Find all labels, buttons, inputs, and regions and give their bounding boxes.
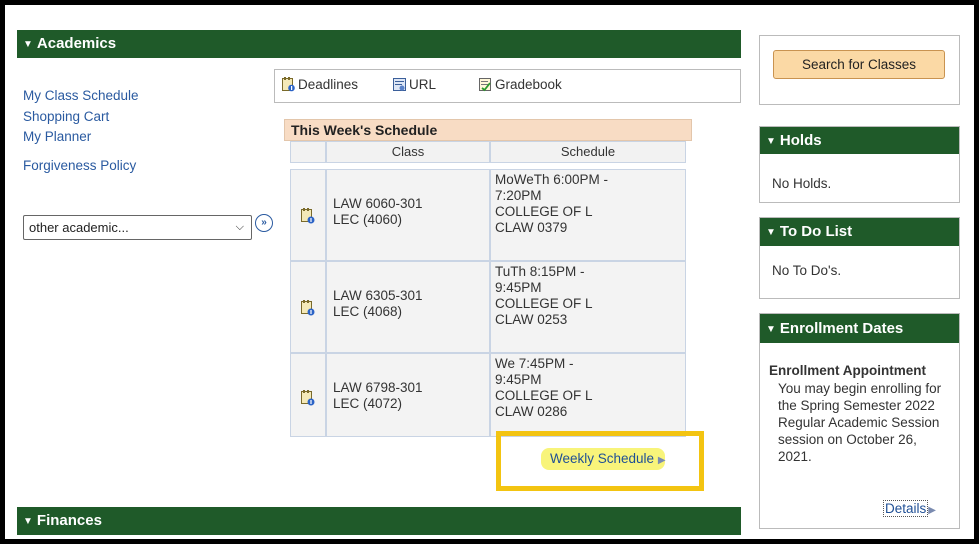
collapse-triangle-icon: ▼ — [766, 136, 776, 147]
todo-text: No To Do's. — [772, 263, 842, 278]
other-academic-select[interactable]: other academic... ⌵ — [23, 215, 252, 240]
shopping-cart-link[interactable]: Shopping Cart — [23, 109, 109, 124]
weekly-schedule-highlight-box: Weekly Schedule ▶ — [496, 431, 704, 491]
go-button[interactable]: » — [255, 214, 273, 232]
schedule-caption: This Week's Schedule — [284, 119, 692, 141]
weekly-schedule-link[interactable]: Weekly Schedule ▶ — [550, 451, 666, 466]
table-row: LAW 6060-301 LEC (4060) MoWeTh 6:00PM - … — [284, 169, 692, 261]
class-schedule-text: MoWeTh 6:00PM - 7:20PM COLLEGE OF L CLAW… — [495, 172, 609, 235]
chevron-down-icon: ⌵ — [235, 221, 244, 233]
todo-panel: ▼ To Do List No To Do's. — [759, 217, 960, 299]
todo-header[interactable]: ▼ To Do List — [760, 218, 959, 246]
double-chevron-right-icon: » — [261, 217, 267, 228]
class-schedule-text: TuTh 8:15PM - 9:45PM COLLEGE OF L CLAW 0… — [495, 264, 593, 327]
gradebook-button[interactable]: Gradebook — [479, 77, 562, 92]
forgiveness-policy-link[interactable]: Forgiveness Policy — [23, 158, 136, 173]
gradebook-icon — [479, 77, 492, 92]
arrow-right-icon: ▶ — [657, 455, 666, 466]
table-row: LAW 6798-301 LEC (4072) We 7:45PM - 9:45… — [284, 353, 692, 437]
enrollment-panel: ▼ Enrollment Dates Enrollment Appointment… — [759, 313, 960, 529]
class-details-icon[interactable] — [301, 390, 315, 409]
table-row: LAW 6305-301 LEC (4068) TuTh 8:15PM - 9:… — [284, 261, 692, 353]
column-header-schedule: Schedule — [490, 141, 686, 163]
deadlines-button[interactable]: Deadlines — [282, 77, 358, 92]
my-class-schedule-link[interactable]: My Class Schedule — [23, 88, 139, 103]
academics-toolbar: Deadlines URL Gradebook — [274, 69, 741, 103]
url-button[interactable]: URL — [393, 77, 436, 92]
collapse-triangle-icon: ▼ — [766, 324, 776, 335]
deadlines-icon — [282, 77, 295, 92]
search-for-classes-button[interactable]: Search for Classes — [773, 50, 945, 79]
enrollment-appointment-text: You may begin enrolling for the Spring S… — [778, 381, 942, 464]
class-code: LAW 6798-301 — [333, 380, 423, 395]
student-center-frame: ▼ Academics My Class Schedule Shopping Ca… — [5, 5, 974, 539]
column-header-class: Class — [326, 141, 490, 163]
class-code: LAW 6060-301 — [333, 196, 423, 211]
class-section: LEC (4068) — [333, 304, 403, 319]
collapse-triangle-icon: ▼ — [23, 39, 33, 50]
details-link[interactable]: Details ▶ — [883, 500, 936, 519]
holds-panel: ▼ Holds No Holds. — [759, 126, 960, 203]
enrollment-dates-header[interactable]: ▼ Enrollment Dates — [760, 314, 959, 343]
arrow-right-icon: ▶ — [928, 505, 936, 516]
class-section: LEC (4060) — [333, 212, 403, 227]
enrollment-appointment-title: Enrollment Appointment — [769, 363, 926, 378]
class-details-icon[interactable] — [301, 208, 315, 227]
holds-header[interactable]: ▼ Holds — [760, 127, 959, 154]
collapse-triangle-icon: ▼ — [23, 516, 33, 527]
column-header-blank — [290, 141, 326, 163]
my-planner-link[interactable]: My Planner — [23, 129, 91, 144]
url-icon — [393, 77, 406, 92]
holds-text: No Holds. — [772, 176, 832, 191]
search-panel: Search for Classes — [759, 35, 960, 105]
class-code: LAW 6305-301 — [333, 288, 423, 303]
academics-header[interactable]: ▼ Academics — [17, 30, 741, 58]
collapse-triangle-icon: ▼ — [766, 227, 776, 238]
class-section: LEC (4072) — [333, 396, 403, 411]
finances-header[interactable]: ▼ Finances — [17, 507, 741, 535]
class-details-icon[interactable] — [301, 300, 315, 319]
this-weeks-schedule-table: This Week's Schedule Class Schedule LAW … — [284, 119, 692, 447]
class-schedule-text: We 7:45PM - 9:45PM COLLEGE OF L CLAW 028… — [495, 356, 593, 419]
